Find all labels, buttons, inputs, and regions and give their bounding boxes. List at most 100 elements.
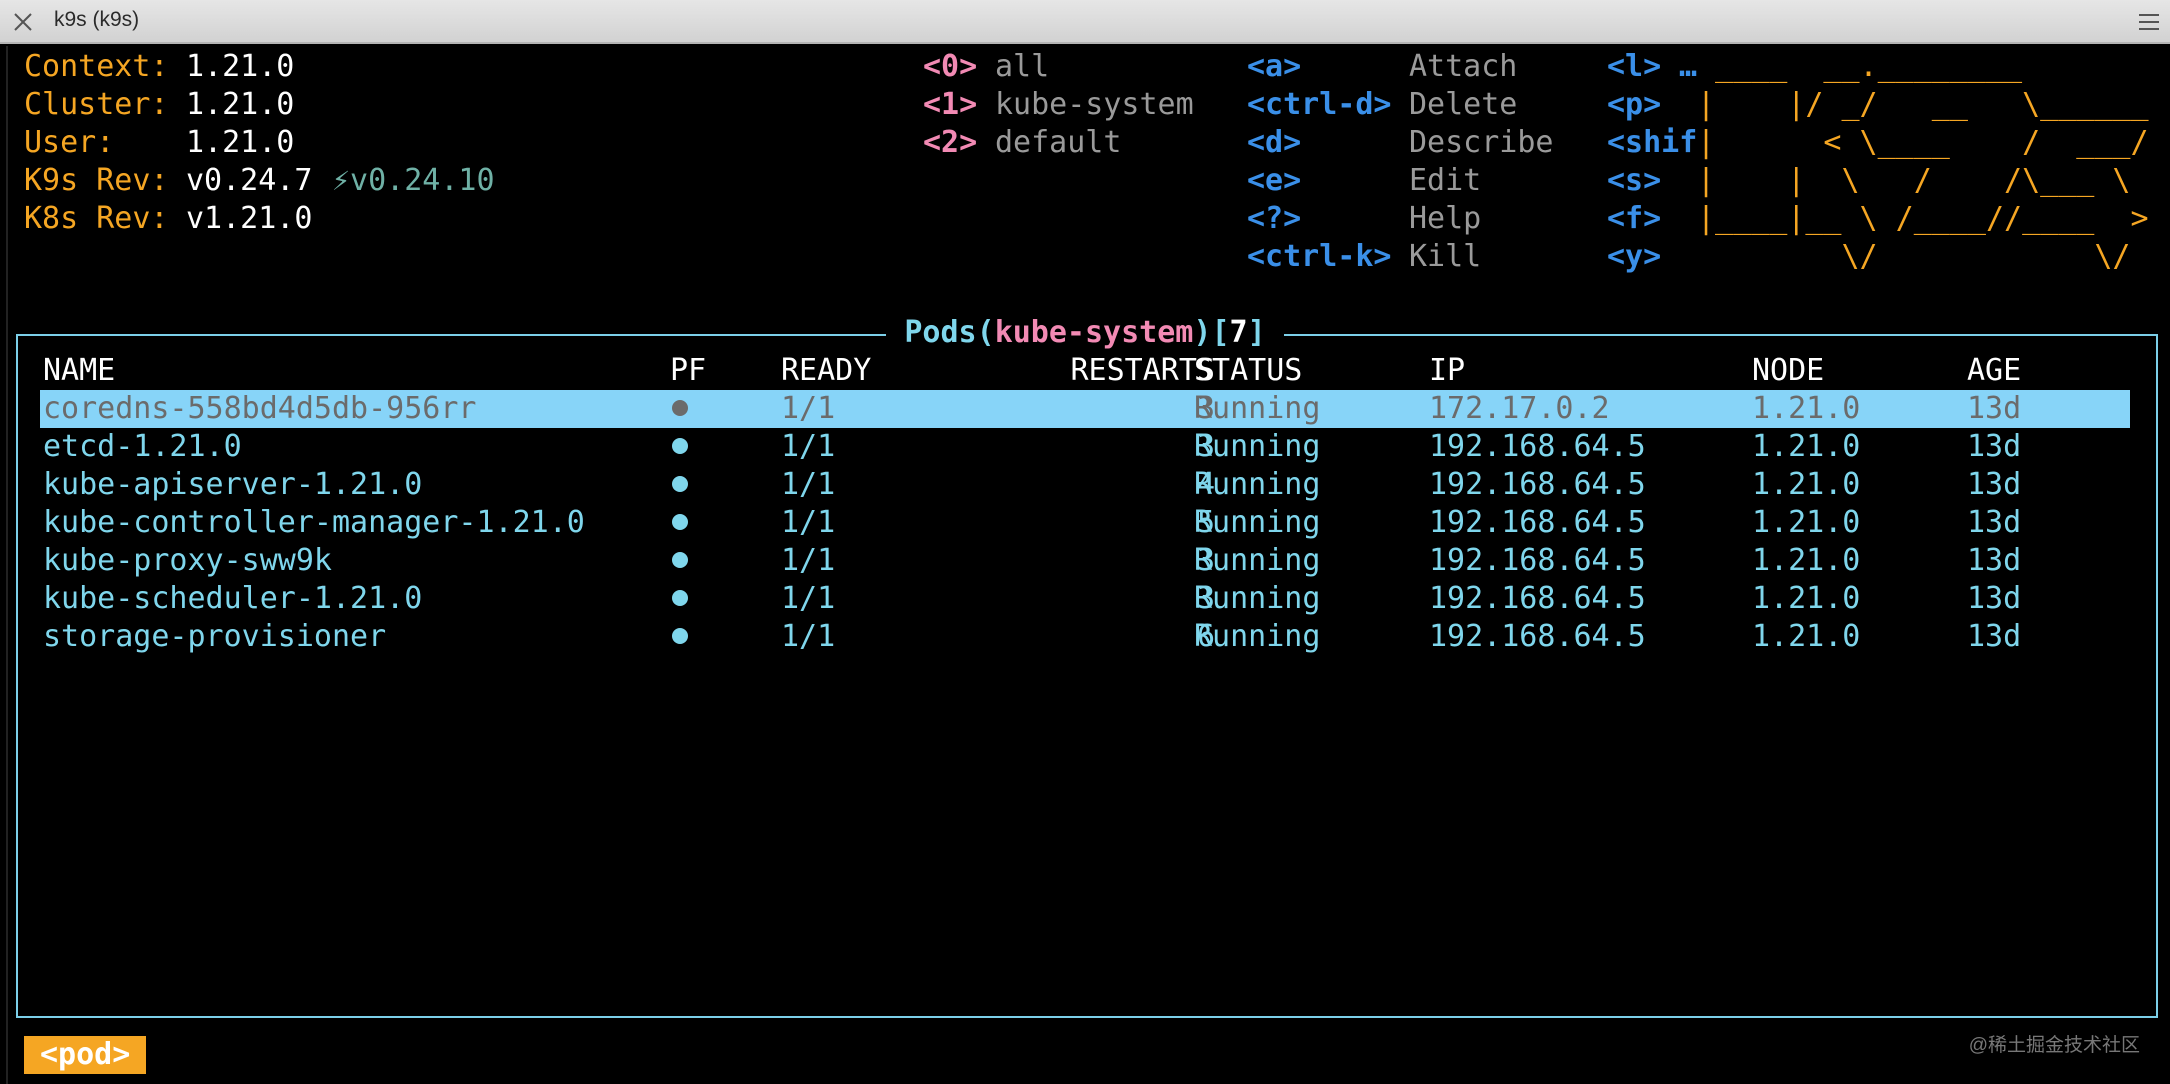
pod-status: Running [1194,581,1321,616]
pod-ip: 192.168.64.5 [1429,467,1646,502]
shortcut-key[interactable]: <a> [1247,48,1301,86]
logo-line: |____|__ \ /____//____ > [1697,201,2149,236]
shortcut-key[interactable]: <p> [1607,86,1661,124]
pod-name: etcd-1.21.0 [43,429,242,464]
cluster-value: 1.21.0 [186,87,295,122]
pod-ready: 1/1 [781,619,836,654]
column-header-restarts[interactable]: RESTARTS [945,352,1216,390]
column-header-age[interactable]: AGE [1967,352,2021,390]
context-label: Context: [24,49,169,84]
context-value: 1.21.0 [186,49,295,84]
pod-age: 13d [1967,467,2022,502]
cluster-label: Cluster: [24,87,169,122]
column-header-status[interactable]: STATUS [1194,352,1302,390]
pod-ip: 192.168.64.5 [1429,581,1646,616]
shortcut-key[interactable]: <f> [1607,200,1661,238]
shortcut-key[interactable]: <ctrl-d> [1247,86,1392,124]
namespace-name[interactable]: default [995,124,1121,162]
panel-count: 7 [1229,315,1248,350]
pod-name: kube-scheduler-1.21.0 [43,581,423,616]
logo-line: | | \ / /\___ \ [1697,163,2149,198]
table-row[interactable]: storage-provisioner 1/1 6 Running 192.16… [40,618,2130,656]
pod-ready: 1/1 [781,391,836,426]
column-header-ready[interactable]: READY [781,352,871,390]
logo-line: | |/ _/ __ \______ [1697,87,2149,122]
pod-ready: 1/1 [781,581,836,616]
shortcut-key[interactable]: <d> [1247,124,1301,162]
table-row[interactable]: kube-apiserver-1.21.0 1/1 4 Running 192.… [40,466,2130,504]
user-value: 1.21.0 [186,125,295,160]
table-row-selected[interactable]: coredns-558bd4d5db-956rr 1/1 3 Running 1… [40,390,2130,428]
namespace-name[interactable]: kube-system [995,86,1194,124]
pod-ip: 192.168.64.5 [1429,429,1646,464]
table-row[interactable]: kube-scheduler-1.21.0 1/1 3 Running 192.… [40,580,2130,618]
namespace-key[interactable]: <0> [923,48,977,86]
namespace-key[interactable]: <2> [923,124,977,162]
pod-age: 13d [1967,505,2022,540]
k8s-rev-value: v1.21.0 [186,201,313,236]
port-forward-dot-icon [670,504,688,542]
shortcut-action[interactable]: Describe [1409,124,1554,162]
column-header-name[interactable]: NAME [43,352,115,390]
shortcut-action[interactable]: Help [1409,200,1481,238]
pod-status: Running [1194,429,1321,464]
shortcut-action[interactable]: Attach [1409,48,1517,86]
k9s-rev-value: v0.24.7 [186,163,313,198]
pod-restarts: 3 [1196,391,1215,426]
shortcut-key[interactable]: <y> [1607,238,1661,276]
namespace-name[interactable]: all [995,48,1049,86]
logo-line: | < \____ / ___/ [1697,125,2149,160]
column-header-pf[interactable]: PF [670,352,706,390]
user-label: User: [24,125,115,160]
pod-status: Running [1194,467,1321,502]
pod-age: 13d [1967,581,2022,616]
close-icon[interactable] [8,7,38,37]
pod-restarts: 3 [1196,429,1215,464]
panel-paren-open: ( [976,315,995,350]
shortcut-key[interactable]: <?> [1247,200,1301,238]
panel-bracket-close: ] [1247,315,1266,350]
pod-node: 1.21.0 [1752,543,1861,578]
pod-node: 1.21.0 [1752,619,1861,654]
pod-name: kube-proxy-sww9k [43,543,332,578]
table-row[interactable]: kube-proxy-sww9k 1/1 3 Running 192.168.6… [40,542,2130,580]
pod-restarts: 5 [1196,505,1215,540]
pod-node: 1.21.0 [1752,429,1861,464]
column-header-ip[interactable]: IP [1429,352,1465,390]
port-forward-dot-icon [670,466,688,504]
shortcut-key[interactable]: <l> [1607,48,1661,86]
pod-name: kube-controller-manager-1.21.0 [43,505,585,540]
shortcut-key[interactable]: <ctrl-k> [1247,238,1392,276]
shortcut-key[interactable]: <shif [1607,124,1697,162]
shortcut-action[interactable]: Kill [1409,238,1481,276]
table-row[interactable]: etcd-1.21.0 1/1 3 Running 192.168.64.5 1… [40,428,2130,466]
hamburger-menu-icon[interactable] [2136,9,2162,35]
pod-node: 1.21.0 [1752,581,1861,616]
shortcut-key[interactable]: <s> [1607,162,1661,200]
window-titlebar: k9s (k9s) [0,0,2170,44]
pod-age: 13d [1967,391,2022,426]
panel-bracket-open: [ [1211,315,1230,350]
pod-ready: 1/1 [781,505,836,540]
k9s-rev-label: K9s Rev: [24,163,169,198]
port-forward-dot-icon [670,390,688,428]
watermark: @稀土掘金技术社区 [1968,1035,2140,1056]
pod-status: Running [1194,619,1321,654]
shortcut-action[interactable]: Delete [1409,86,1517,124]
shortcut-key[interactable]: <e> [1247,162,1301,200]
shortcut-action[interactable]: Edit [1409,162,1481,200]
pod-restarts: 3 [1196,581,1215,616]
k9s-update-available: ⚡v0.24.10 [332,163,495,198]
pod-status: Running [1194,391,1321,426]
pod-ip: 192.168.64.5 [1429,505,1646,540]
namespace-key[interactable]: <1> [923,86,977,124]
port-forward-dot-icon [670,542,688,580]
window-title: k9s (k9s) [54,8,140,31]
panel-title: Pods(kube-system)[7] [0,314,2170,352]
panel-namespace: kube-system [994,315,1194,350]
panel-paren-close: ) [1193,315,1212,350]
table-row[interactable]: kube-controller-manager-1.21.0 1/1 5 Run… [40,504,2130,542]
breadcrumb[interactable]: <pod> [24,1036,147,1074]
column-header-node[interactable]: NODE [1752,352,1824,390]
pod-status: Running [1194,505,1321,540]
